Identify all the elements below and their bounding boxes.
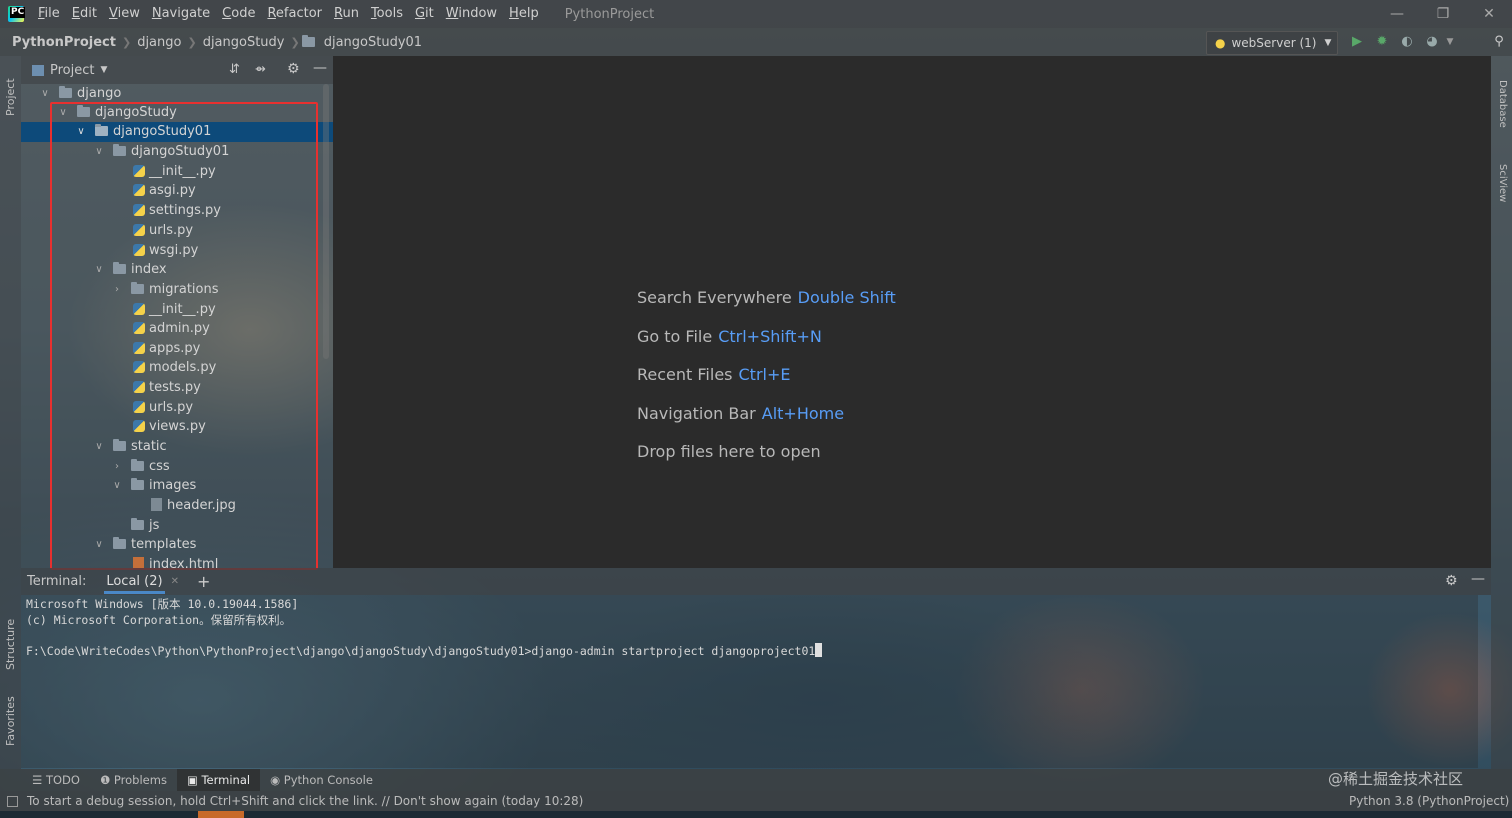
info-icon: ❶ xyxy=(99,773,114,787)
project-view-icon xyxy=(32,64,44,76)
tree-scrollbar[interactable] xyxy=(323,84,329,359)
toggle-tool-windows-icon[interactable] xyxy=(7,796,18,807)
highlight-annotation-box xyxy=(50,102,318,570)
python-icon: ◉ xyxy=(270,773,284,787)
tab-terminal[interactable]: ▣ Terminal xyxy=(176,769,261,791)
terminal-line: Microsoft Windows [版本 10.0.19044.1586] xyxy=(26,597,299,611)
tab-todo[interactable]: ☰ TODO xyxy=(22,769,90,791)
chevron-down-icon: ▼ xyxy=(1324,38,1332,48)
side-tab-favorites[interactable]: Favorites xyxy=(4,696,17,746)
close-button[interactable]: ✕ xyxy=(1466,0,1512,28)
menu-bar: File Edit View Navigate Code Refactor Ru… xyxy=(0,0,1512,28)
editor-area[interactable]: Search Everywhere Double Shift Go to File… xyxy=(333,56,1491,568)
menu-run[interactable]: Run xyxy=(328,0,365,28)
side-tab-sciview[interactable]: SciView xyxy=(1497,164,1508,202)
os-taskbar xyxy=(0,811,1512,818)
taskbar-app-indicator[interactable] xyxy=(198,811,244,818)
project-panel-header: Project ▼ ⇵ ⇴ ⚙ — xyxy=(21,56,333,84)
menu-navigate[interactable]: Navigate xyxy=(146,0,216,28)
tree-item-django[interactable]: ∨ django xyxy=(21,84,333,104)
collapse-all-icon[interactable]: ⇴ xyxy=(255,62,266,77)
hint-search-everywhere: Search Everywhere Double Shift xyxy=(637,288,896,307)
restore-button[interactable]: ❐ xyxy=(1420,0,1466,28)
terminal-icon: ▣ xyxy=(186,773,202,787)
profile-icon[interactable]: ◕ xyxy=(1424,34,1440,50)
hint-recent-files: Recent Files Ctrl+E xyxy=(637,365,791,384)
pycharm-logo-icon xyxy=(8,6,26,22)
python-icon: ● xyxy=(1215,36,1226,50)
folder-icon xyxy=(59,86,72,98)
terminal-cursor xyxy=(815,643,823,657)
run-icon[interactable]: ▶ xyxy=(1349,34,1365,50)
menu-refactor[interactable]: Refactor xyxy=(261,0,328,28)
hint-go-to-file: Go to File Ctrl+Shift+N xyxy=(637,327,822,346)
hint-drop-files: Drop files here to open xyxy=(637,442,821,461)
run-configuration-select[interactable]: ● webServer (1) ▼ xyxy=(1206,31,1338,55)
hide-panel-icon[interactable]: — xyxy=(313,60,327,76)
window-title: PythonProject xyxy=(564,6,655,22)
menu-tools[interactable]: Tools xyxy=(365,0,409,28)
gear-icon[interactable]: ⚙ xyxy=(287,61,300,77)
hide-panel-icon[interactable]: — xyxy=(1471,571,1485,587)
side-tab-structure[interactable]: Structure xyxy=(4,619,17,670)
close-icon[interactable]: ✕ xyxy=(171,576,179,587)
breadcrumb-project[interactable]: PythonProject xyxy=(8,35,120,50)
python-interpreter[interactable]: Python 3.8 (PythonProject) xyxy=(1349,791,1509,811)
breadcrumb-djangostudy[interactable]: djangoStudy xyxy=(199,35,289,50)
terminal-header: Terminal: Local (2) ✕ + ⚙ — xyxy=(21,568,1491,595)
tool-window-bar: ☰ TODO ❶ Problems ▣ Terminal ◉ Python Co… xyxy=(0,769,1512,791)
list-icon: ☰ xyxy=(32,773,46,787)
gear-icon[interactable]: ⚙ xyxy=(1445,573,1458,589)
tab-python-console[interactable]: ◉ Python Console xyxy=(260,769,383,791)
status-bar: To start a debug session, hold Ctrl+Shif… xyxy=(0,770,1512,811)
tab-problems[interactable]: ❶ Problems xyxy=(90,769,177,791)
expand-all-icon[interactable]: ⇵ xyxy=(229,62,240,77)
minimize-button[interactable]: — xyxy=(1374,0,1420,28)
chevron-down-icon[interactable]: ▼ xyxy=(1442,34,1458,50)
side-tab-project[interactable]: Project xyxy=(4,78,17,116)
chevron-right-icon: ❯ xyxy=(187,35,197,49)
run-configuration-label: webServer (1) xyxy=(1231,36,1317,50)
terminal-line: (c) Microsoft Corporation。保留所有权利。 xyxy=(26,613,292,627)
terminal-output[interactable]: Microsoft Windows [版本 10.0.19044.1586] (… xyxy=(21,595,1478,768)
menu-window[interactable]: Window xyxy=(440,0,503,28)
breadcrumb-djangostudy01[interactable]: djangoStudy01 xyxy=(320,35,426,50)
folder-icon xyxy=(301,35,315,47)
tree-item-label: django xyxy=(77,86,122,101)
chevron-down-icon[interactable]: ∨ xyxy=(39,84,51,104)
add-terminal-icon[interactable]: + xyxy=(197,572,210,591)
search-icon[interactable]: ⚲ xyxy=(1491,34,1507,50)
terminal-command-line: F:\Code\WriteCodes\Python\PythonProject\… xyxy=(26,643,823,658)
terminal-tab-local[interactable]: Local (2) xyxy=(104,570,165,594)
navigation-bar: PythonProject ❯ django ❯ djangoStudy ❯ d… xyxy=(0,28,1512,56)
watermark-text: @稀土掘金技术社区 xyxy=(1328,770,1464,788)
chevron-right-icon: ❯ xyxy=(290,35,300,49)
menu-view[interactable]: View xyxy=(103,0,146,28)
menu-code[interactable]: Code xyxy=(216,0,261,28)
menu-git[interactable]: Git xyxy=(409,0,440,28)
coverage-icon[interactable]: ◐ xyxy=(1399,34,1415,50)
breadcrumb-django[interactable]: django xyxy=(133,35,185,50)
chevron-down-icon[interactable]: ▼ xyxy=(100,65,107,75)
left-tool-stripe: Project Structure Favorites xyxy=(0,56,21,769)
terminal-label: Terminal: xyxy=(27,574,87,589)
chevron-right-icon: ❯ xyxy=(121,35,132,49)
menu-edit[interactable]: Edit xyxy=(66,0,103,28)
project-view-select[interactable]: Project xyxy=(50,63,94,78)
right-tool-stripe: Database SciView xyxy=(1491,56,1512,769)
debug-icon[interactable]: ✹ xyxy=(1374,34,1390,50)
hint-navigation-bar: Navigation Bar Alt+Home xyxy=(637,404,845,423)
side-tab-database[interactable]: Database xyxy=(1497,80,1508,128)
status-message[interactable]: To start a debug session, hold Ctrl+Shif… xyxy=(27,791,583,811)
menu-file[interactable]: File xyxy=(32,0,66,28)
menu-help[interactable]: Help xyxy=(503,0,545,28)
